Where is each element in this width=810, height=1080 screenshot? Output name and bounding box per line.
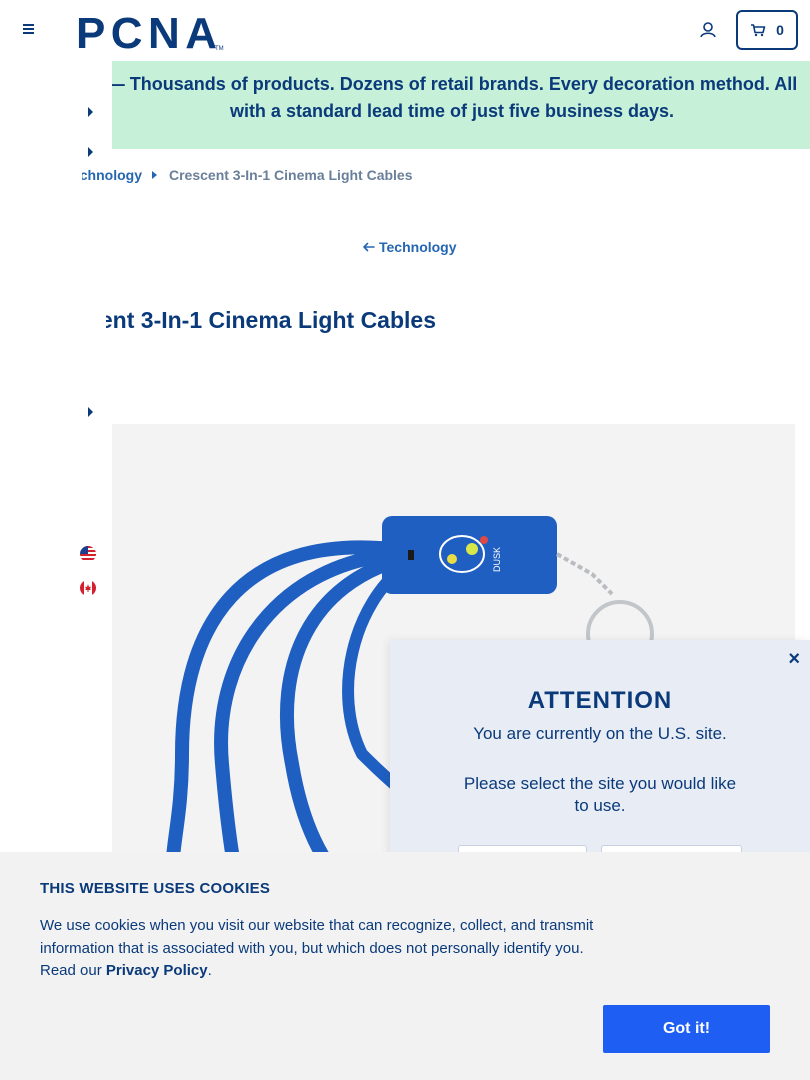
- us-flag-icon[interactable]: [80, 546, 96, 562]
- account-icon[interactable]: [698, 20, 718, 40]
- breadcrumb-separator-icon: [152, 171, 157, 179]
- close-icon[interactable]: ×: [788, 648, 800, 671]
- privacy-policy-link[interactable]: Privacy Policy: [106, 962, 208, 979]
- modal-title: ATTENTION: [527, 687, 673, 714]
- cookie-banner: THIS WEBSITE USES COOKIES We use cookies…: [0, 852, 810, 1080]
- accept-cookies-button[interactable]: Got it!: [603, 1005, 770, 1053]
- arrow-left-icon: [363, 242, 375, 252]
- promo-text: — Thousands of products. Dozens of retai…: [112, 74, 798, 121]
- sidebar-expand-arrow-icon[interactable]: [87, 407, 95, 417]
- cookie-title: THIS WEBSITE USES COOKIES: [40, 880, 271, 897]
- sidebar-expand-arrow-icon[interactable]: [87, 147, 95, 157]
- back-link-label: Technology: [379, 239, 457, 255]
- svg-text:DUSK: DUSK: [492, 547, 502, 572]
- back-to-category-link[interactable]: Technology: [362, 239, 457, 255]
- promo-banner: — Thousands of products. Dozens of retai…: [112, 61, 810, 149]
- hamburger-menu-icon[interactable]: [18, 20, 40, 40]
- breadcrumb-link-technology[interactable]: Technology: [82, 167, 142, 183]
- cookie-body: We use cookies when you visit our websit…: [40, 915, 610, 983]
- cookie-body-end: .: [207, 962, 212, 979]
- canada-flag-icon[interactable]: [80, 580, 96, 596]
- breadcrumb-current: Crescent 3-In-1 Cinema Light Cables: [169, 167, 413, 183]
- modal-select-site-text: Please select the site you would like to…: [463, 774, 737, 815]
- sidebar-expand-arrow-icon[interactable]: [87, 107, 95, 117]
- svg-text:PCNA: PCNA: [76, 10, 216, 52]
- site-header: PCNA TM 0: [0, 0, 810, 61]
- cart-button[interactable]: 0: [736, 10, 798, 50]
- modal-current-site-text: You are currently on the U.S. site.: [473, 724, 727, 743]
- cart-count: 0: [776, 22, 784, 38]
- svg-text:TM: TM: [215, 46, 224, 52]
- breadcrumb: Technology Crescent 3-In-1 Cinema Light …: [82, 167, 413, 183]
- product-title: Crescent 3-In-1 Cinema Light Cables: [106, 307, 436, 333]
- cart-icon: [751, 24, 766, 37]
- pcna-logo[interactable]: PCNA TM: [76, 10, 224, 52]
